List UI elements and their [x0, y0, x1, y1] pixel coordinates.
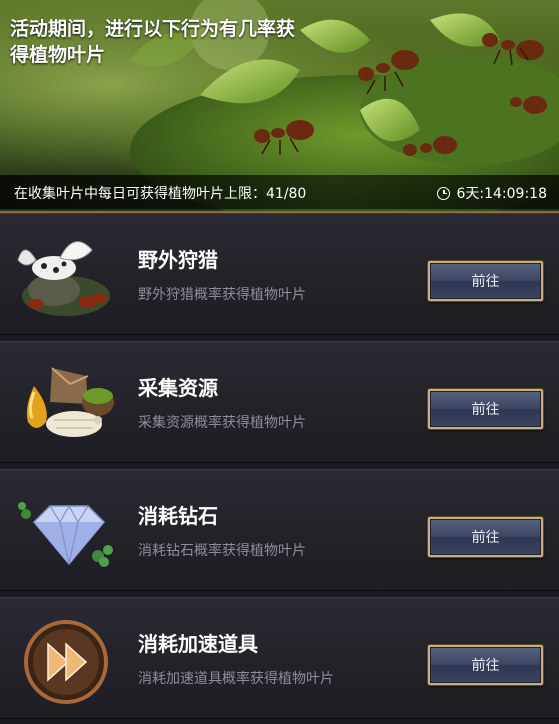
go-button-speedup[interactable]: 前往: [427, 644, 544, 686]
task-description: 消耗加速道具概率获得植物叶片: [138, 671, 334, 687]
task-card-speedup: 消耗加速道具 消耗加速道具概率获得植物叶片 前往: [0, 597, 559, 719]
beetle-hunt-icon: [17, 241, 110, 316]
task-title: 消耗加速道具: [138, 632, 258, 656]
diamond-icon: [18, 502, 113, 567]
task-title: 消耗钻石: [138, 504, 218, 528]
resource-gather-icon: [26, 367, 114, 437]
event-banner: 活动期间，进行以下行为有几率获得植物叶片 在收集叶片中每日可获得植物叶片上限：4…: [0, 0, 559, 213]
event-countdown: 6天:14:09:18: [437, 183, 547, 203]
go-button-gather[interactable]: 前往: [427, 388, 544, 430]
task-card-hunt: 野外狩猎 野外狩猎概率获得植物叶片 前往: [0, 213, 559, 335]
event-description-title: 活动期间，进行以下行为有几率获得植物叶片: [10, 18, 296, 66]
go-button-hunt[interactable]: 前往: [427, 260, 544, 302]
task-title: 采集资源: [138, 376, 218, 400]
countdown-value: 6天:14:09:18: [456, 186, 547, 202]
go-button-diamond[interactable]: 前往: [427, 516, 544, 558]
task-description: 采集资源概率获得植物叶片: [138, 415, 306, 431]
speedup-icon: [24, 620, 108, 704]
task-description: 野外狩猎概率获得植物叶片: [138, 287, 306, 303]
task-card-diamond: 消耗钻石 消耗钻石概率获得植物叶片 前往: [0, 469, 559, 591]
task-title: 野外狩猎: [138, 248, 218, 272]
task-card-gather: 采集资源 采集资源概率获得植物叶片 前往: [0, 341, 559, 463]
task-description: 消耗钻石概率获得植物叶片: [138, 543, 306, 559]
daily-limit-text: 在收集叶片中每日可获得植物叶片上限：41/80: [14, 186, 307, 202]
clock-icon: [437, 186, 451, 200]
